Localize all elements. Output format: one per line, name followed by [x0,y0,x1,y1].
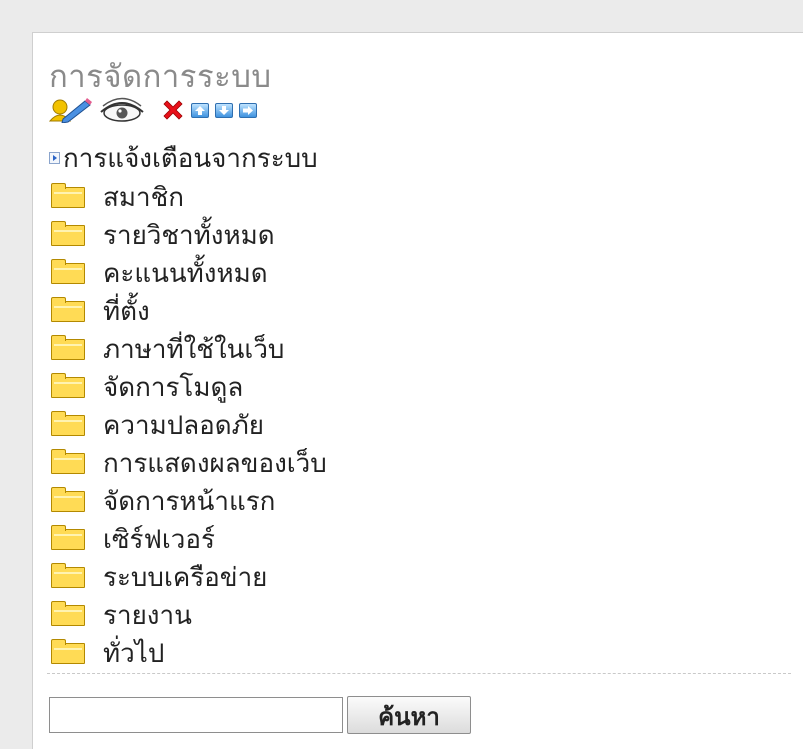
move-right-icon[interactable] [239,102,257,118]
folder-icon [51,524,85,550]
folder-icon [51,562,85,588]
folder-icon [51,372,85,398]
notification-label: การแจ้งเตือนจากระบบ [63,143,318,174]
tree-item-grades[interactable]: คะแนนทั้งหมด [51,254,327,292]
tree-item-label: จัดการหน้าแรก [103,486,276,517]
folder-icon [51,296,85,322]
divider [47,673,791,674]
tree-item-label: รายวิชาทั้งหมด [103,220,275,251]
tree-item-networking[interactable]: ระบบเครือข่าย [51,558,327,596]
tree-item-modules[interactable]: จัดการโมดูล [51,368,327,406]
tree-item-security[interactable]: ความปลอดภัย [51,406,327,444]
view-icon[interactable] [99,97,145,123]
edit-icon[interactable] [47,97,95,123]
folder-icon [51,334,85,360]
folder-icon [51,486,85,512]
folder-icon [51,410,85,436]
tree-item-reports[interactable]: รายงาน [51,596,327,634]
delete-icon[interactable] [161,98,185,122]
folder-icon [51,220,85,246]
folder-icon [51,600,85,626]
folder-icon [51,258,85,284]
tree-item-server[interactable]: เซิร์ฟเวอร์ [51,520,327,558]
tree-item-appearance[interactable]: การแสดงผลของเว็บ [51,444,327,482]
tree-item-members[interactable]: สมาชิก [51,178,327,216]
tree-item-label: สมาชิก [103,182,184,213]
tree-item-label: จัดการโมดูล [103,372,244,403]
tree-item-front-page[interactable]: จัดการหน้าแรก [51,482,327,520]
move-down-icon[interactable] [215,102,233,118]
tree-item-label: ระบบเครือข่าย [103,562,268,593]
tree-item-label: การแสดงผลของเว็บ [103,448,327,479]
tree-item-label: ทั่วไป [103,638,165,669]
search-input[interactable] [49,697,343,733]
tree-item-courses[interactable]: รายวิชาทั้งหมด [51,216,327,254]
tree-item-language[interactable]: ภาษาที่ใช้ในเว็บ [51,330,327,368]
move-up-icon[interactable] [191,102,209,118]
block-toolbar [47,97,257,123]
tree-item-label: รายงาน [103,600,192,631]
tree-item-label: ภาษาที่ใช้ในเว็บ [103,334,285,365]
panel-title: การจัดการระบบ [49,59,272,95]
folder-icon [51,182,85,208]
tree-item-label: คะแนนทั้งหมด [103,258,268,289]
tree-item-general[interactable]: ทั่วไป [51,634,327,672]
tree-item-label: ความปลอดภัย [103,410,265,441]
arrow-bullet-icon [49,152,60,164]
tree-item-label: ที่ตั้ง [103,296,150,327]
search-button[interactable]: ค้นหา [347,696,471,734]
admin-category-tree: สมาชิก รายวิชาทั้งหมด คะแนนทั้งหมด ที่ตั… [51,178,327,672]
folder-icon [51,638,85,664]
admin-panel: การจัดการระบบ การแจ้งเตือนจากระบบ สมาชิก… [32,32,803,749]
folder-icon [51,448,85,474]
tree-item-location[interactable]: ที่ตั้ง [51,292,327,330]
notification-link[interactable]: การแจ้งเตือนจากระบบ [49,143,318,174]
tree-item-label: เซิร์ฟเวอร์ [103,524,215,555]
